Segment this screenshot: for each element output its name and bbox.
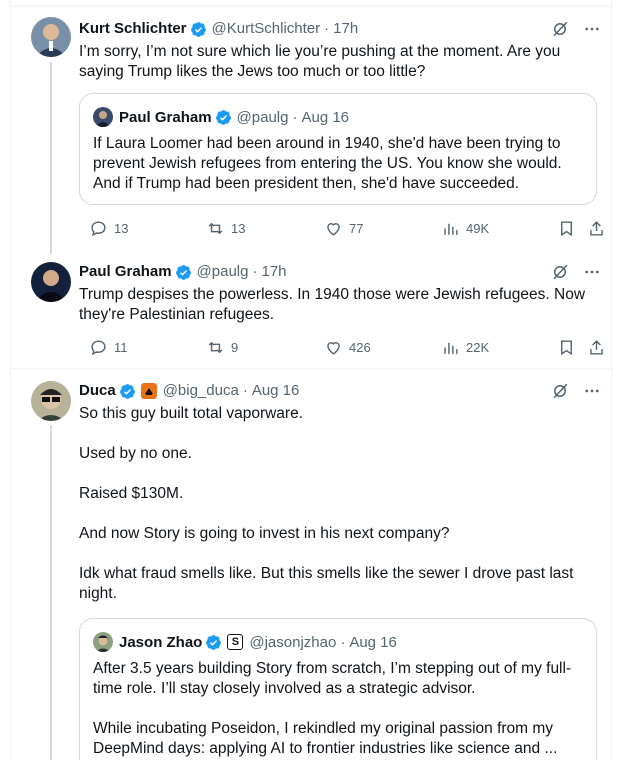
bookmark-icon bbox=[561, 339, 572, 355]
repost-icon bbox=[208, 341, 223, 353]
tweet-paragraph: So this guy built total vaporware. bbox=[79, 405, 304, 422]
bookmark-icon bbox=[561, 220, 572, 236]
quote-timestamp: Aug 16 bbox=[301, 108, 350, 126]
bookmark-button[interactable] bbox=[557, 338, 576, 357]
heart-icon bbox=[327, 222, 340, 236]
grok-icon[interactable] bbox=[551, 263, 569, 281]
action-bar: 11 9 426 22K bbox=[79, 337, 609, 357]
quote-author-handle: @paulg bbox=[236, 108, 289, 126]
tweet-paragraph: Raised $130M. bbox=[79, 485, 184, 502]
separator-dot: · bbox=[324, 20, 330, 37]
quote-author-name: Paul Graham bbox=[119, 108, 212, 126]
thread-line bbox=[50, 62, 52, 254]
share-icon bbox=[590, 220, 603, 236]
views-icon bbox=[444, 223, 458, 235]
repost-count: 9 bbox=[231, 339, 239, 355]
tweet-paragraph: Idk what fraud smells like. But this sme… bbox=[79, 565, 578, 602]
verified-badge-icon bbox=[190, 21, 206, 37]
like-count: 77 bbox=[349, 220, 364, 236]
separator-dot: · bbox=[292, 108, 298, 126]
affiliate-badge-icon[interactable] bbox=[140, 383, 157, 399]
author-name[interactable]: Duca bbox=[79, 381, 116, 401]
like-button[interactable]: 426 bbox=[324, 338, 371, 357]
view-count: 22K bbox=[466, 339, 490, 355]
author-name[interactable]: Kurt Schlichter bbox=[79, 19, 187, 39]
quoted-tweet[interactable]: Paul Graham @paulg · Aug 16 If Laura Loo… bbox=[79, 93, 597, 205]
divider bbox=[11, 6, 611, 7]
quote-avatar bbox=[93, 107, 113, 127]
repost-button[interactable]: 13 bbox=[206, 219, 245, 238]
timestamp[interactable]: Aug 16 bbox=[252, 381, 300, 401]
separator-dot: · bbox=[340, 633, 346, 651]
share-button[interactable] bbox=[587, 219, 606, 238]
more-icon[interactable] bbox=[583, 382, 601, 400]
timestamp[interactable]: 17h bbox=[333, 19, 358, 39]
quote-paragraph: While incubating Poseidon, I rekindled m… bbox=[93, 720, 558, 757]
view-count: 49K bbox=[466, 220, 490, 236]
like-count: 426 bbox=[349, 339, 371, 355]
reply-icon bbox=[91, 220, 106, 236]
repost-count: 13 bbox=[231, 220, 246, 236]
quote-author-name: Jason Zhao bbox=[119, 633, 203, 651]
repost-icon bbox=[208, 222, 223, 234]
author-handle[interactable]: @big_duca bbox=[163, 381, 239, 401]
views-icon bbox=[444, 342, 458, 354]
separator-dot: · bbox=[242, 382, 248, 399]
verified-badge-icon bbox=[175, 264, 191, 280]
thread-line bbox=[50, 425, 52, 760]
quote-author-handle: @jasonjzhao bbox=[249, 633, 337, 651]
avatar[interactable] bbox=[31, 381, 71, 421]
quote-text: If Laura Loomer had been around in 1940,… bbox=[93, 135, 562, 192]
quote-avatar bbox=[93, 632, 113, 652]
timestamp[interactable]: 17h bbox=[261, 262, 286, 282]
heart-icon bbox=[327, 341, 340, 355]
author-handle[interactable]: @paulg bbox=[197, 262, 249, 282]
avatar[interactable] bbox=[31, 262, 71, 302]
affiliate-badge-icon: S bbox=[227, 634, 244, 650]
tweet-paulg[interactable]: Paul Graham @paulg · 17h Trump despises … bbox=[11, 252, 611, 368]
grok-icon[interactable] bbox=[551, 20, 569, 38]
reply-icon bbox=[91, 339, 106, 355]
reply-count: 11 bbox=[114, 339, 128, 355]
bookmark-button[interactable] bbox=[557, 219, 576, 238]
like-button[interactable]: 77 bbox=[324, 219, 363, 238]
tweet-kurt[interactable]: Kurt Schlichter @KurtSchlichter · 17h I’… bbox=[11, 0, 611, 254]
quote-timestamp: Aug 16 bbox=[349, 633, 397, 651]
more-icon[interactable] bbox=[583, 20, 601, 38]
verified-badge-icon bbox=[119, 383, 135, 399]
tweet-duca[interactable]: Duca @big_duca · Aug 16 So this guy buil… bbox=[11, 369, 611, 760]
verified-badge-icon bbox=[215, 109, 231, 125]
tweet-text: Trump despises the powerless. In 1940 th… bbox=[79, 286, 590, 323]
quote-paragraph: After 3.5 years building Story from scra… bbox=[93, 660, 572, 697]
tweet-text: I’m sorry, I’m not sure which lie you’re… bbox=[79, 43, 565, 80]
reply-button[interactable]: 11 bbox=[89, 338, 128, 357]
timeline: Kurt Schlichter @KurtSchlichter · 17h I’… bbox=[10, 0, 612, 760]
share-button[interactable] bbox=[587, 338, 606, 357]
repost-button[interactable]: 9 bbox=[206, 338, 238, 357]
views-button[interactable]: 22K bbox=[441, 338, 489, 357]
separator-dot: · bbox=[252, 263, 258, 280]
more-icon[interactable] bbox=[583, 263, 601, 281]
tweet-paragraph: And now Story is going to invest in his … bbox=[79, 525, 450, 542]
author-handle[interactable]: @KurtSchlichter bbox=[212, 19, 321, 39]
action-bar: 13 13 77 49K bbox=[79, 218, 609, 238]
quoted-tweet[interactable]: Jason Zhao S @jasonjzhao · Aug 16 After … bbox=[79, 618, 597, 760]
grok-icon[interactable] bbox=[551, 382, 569, 400]
share-icon bbox=[590, 339, 603, 355]
views-button[interactable]: 49K bbox=[441, 219, 489, 238]
reply-count: 13 bbox=[114, 220, 129, 236]
author-name[interactable]: Paul Graham bbox=[79, 262, 172, 282]
verified-badge-icon bbox=[206, 634, 222, 650]
avatar[interactable] bbox=[31, 17, 71, 57]
tweet-paragraph: Used by no one. bbox=[79, 445, 192, 462]
reply-button[interactable]: 13 bbox=[89, 219, 128, 238]
